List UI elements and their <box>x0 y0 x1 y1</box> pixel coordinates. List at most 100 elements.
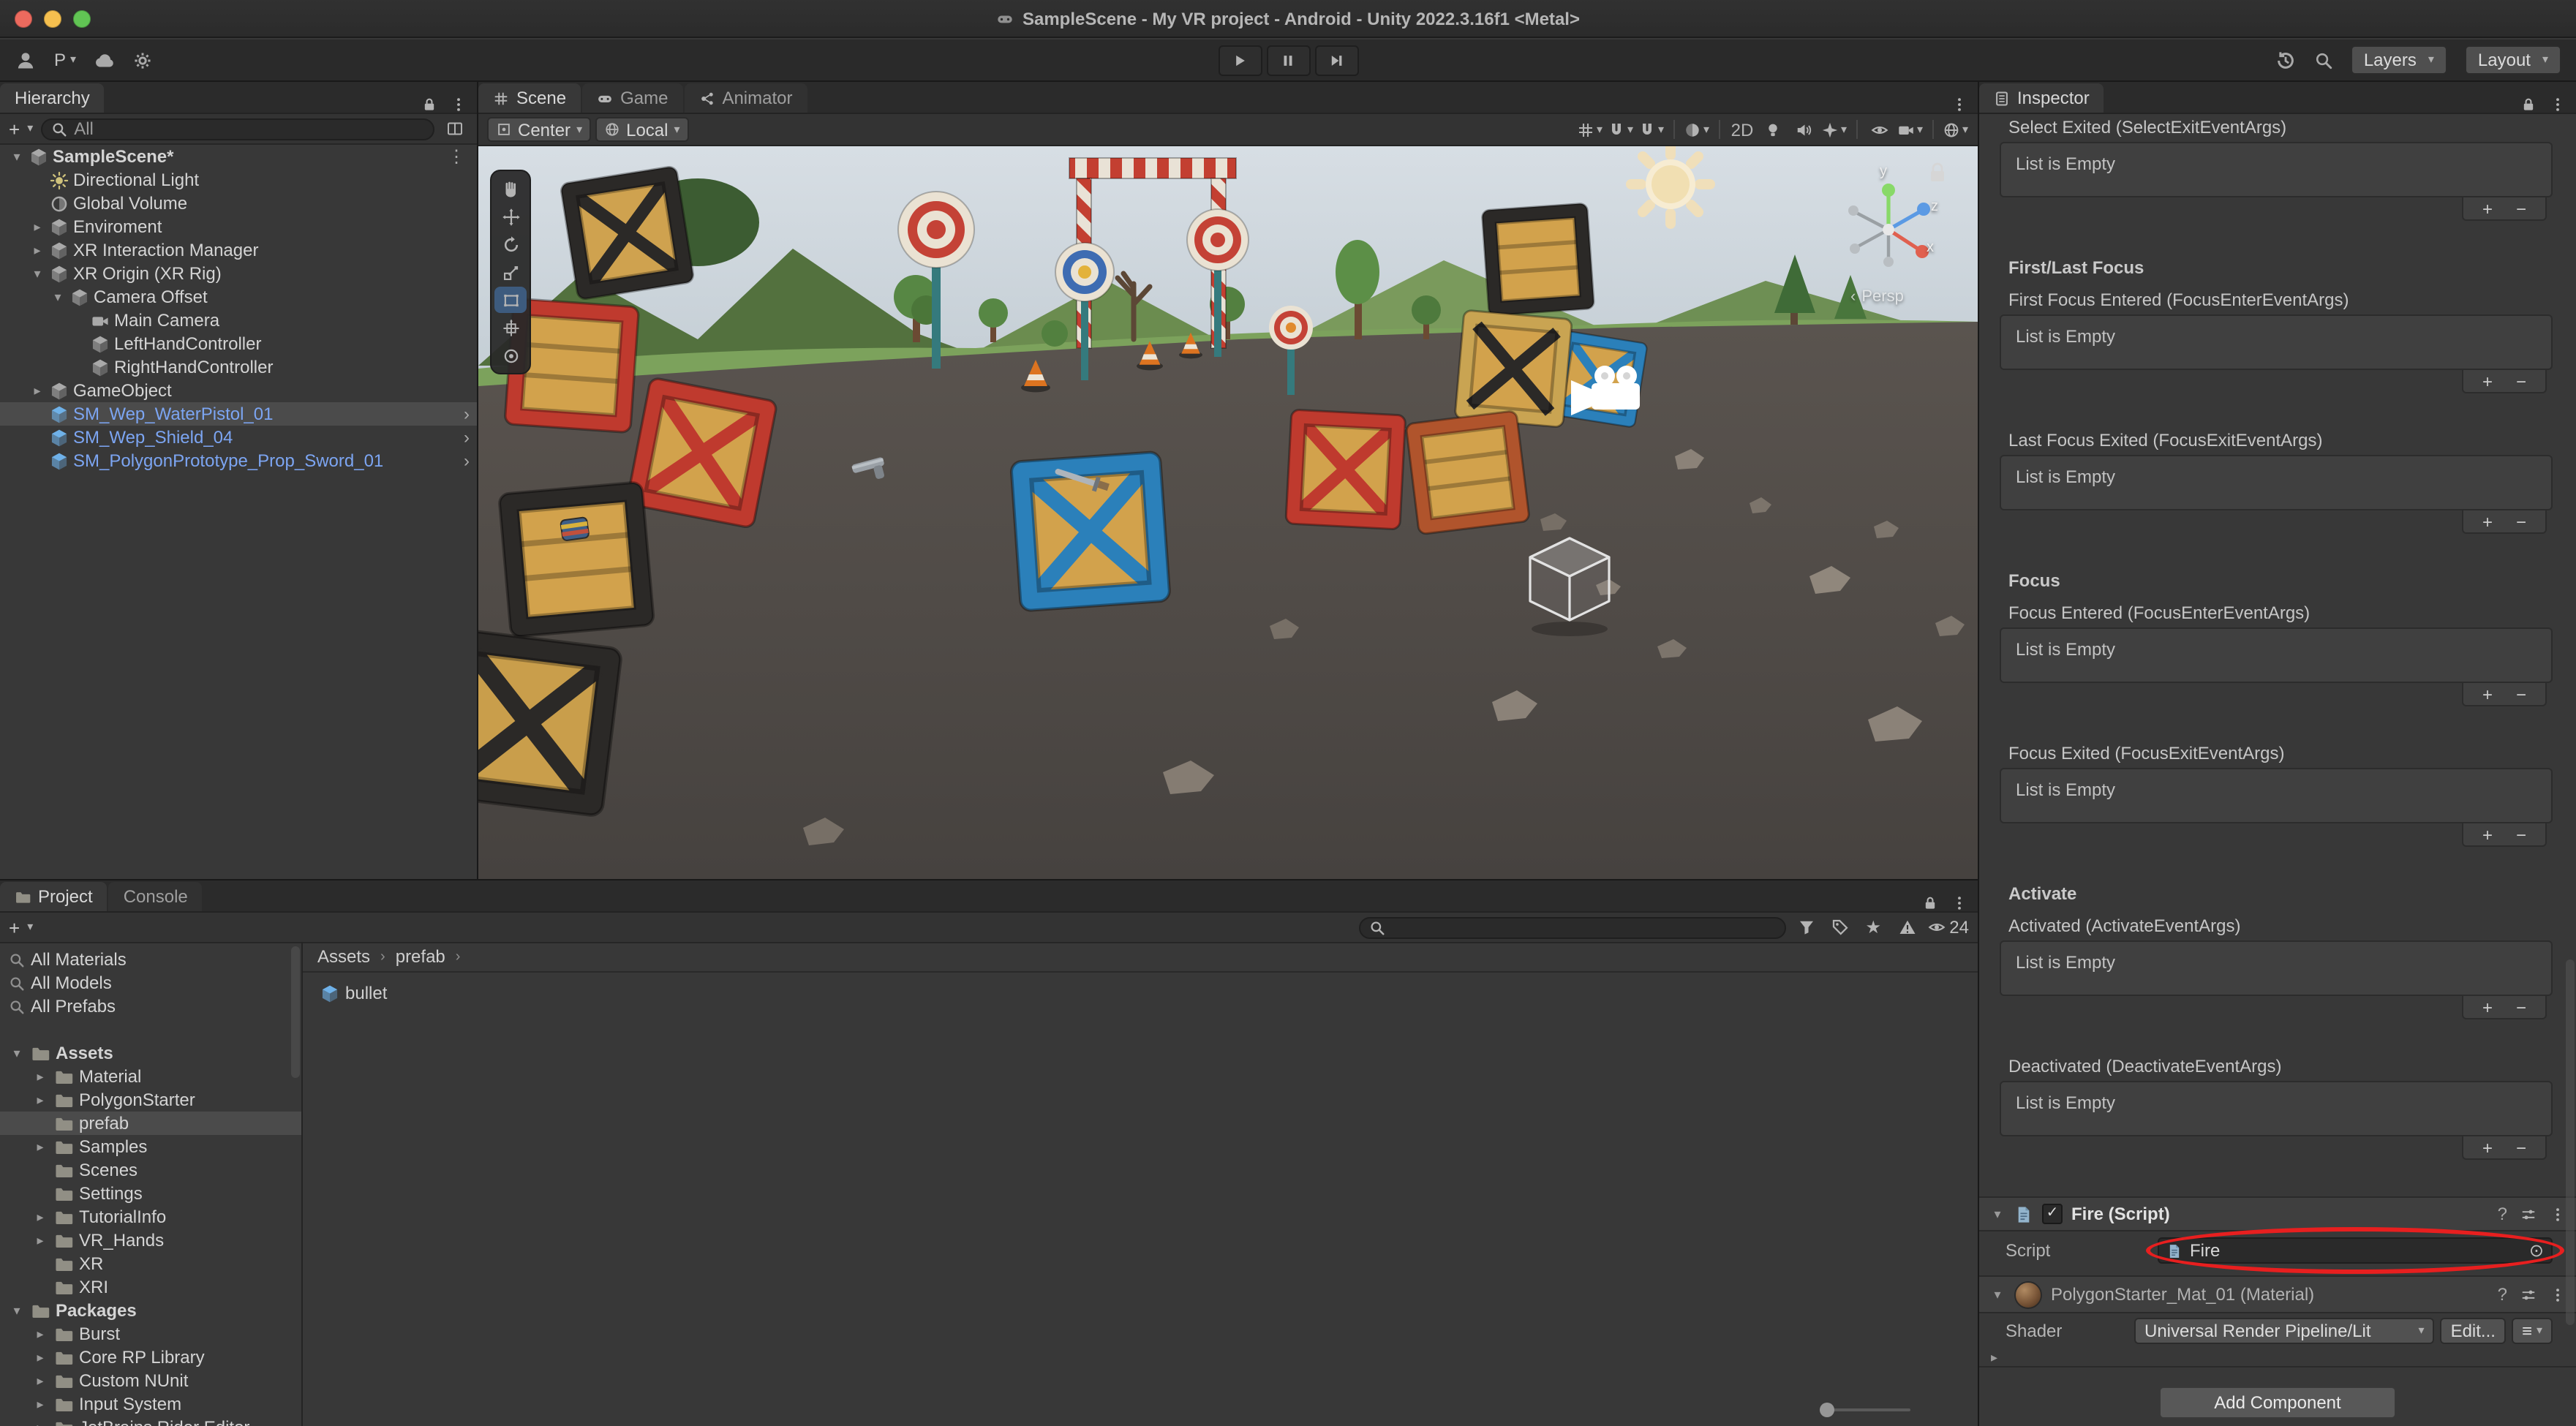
transform-tool-button[interactable] <box>494 314 527 341</box>
search-by-label-button[interactable] <box>1826 914 1853 940</box>
packages-root-row[interactable]: ▾Packages <box>0 1299 301 1322</box>
account-button[interactable] <box>15 49 37 71</box>
audio-toggle[interactable] <box>1790 116 1817 143</box>
package-row[interactable]: ▸Input System <box>0 1392 301 1416</box>
shader-more-button[interactable]: ≡▾ <box>2512 1318 2553 1344</box>
remove-entry-button[interactable]: − <box>2516 513 2526 530</box>
remove-entry-button[interactable]: − <box>2516 685 2526 703</box>
hierarchy-row[interactable]: ▾SampleScene*⋮ <box>0 145 477 168</box>
hierarchy-row[interactable]: Main Camera <box>0 309 477 332</box>
custom-tool-button[interactable] <box>494 342 527 369</box>
add-entry-button[interactable]: + <box>2482 513 2493 530</box>
foldout-collapsed-icon[interactable]: ▸ <box>32 1139 48 1155</box>
fullscreen-window-button[interactable] <box>73 10 91 27</box>
folder-row[interactable]: XR <box>0 1252 301 1275</box>
foldout-collapsed-icon[interactable]: ▸ <box>29 219 45 235</box>
material-component-header[interactable]: ▾ PolygonStarter_Mat_01 (Material) ? <box>1979 1275 2576 1313</box>
help-icon[interactable]: ? <box>2498 1204 2507 1224</box>
material-preview-foldout[interactable]: ▸ <box>1979 1348 2576 1367</box>
create-button[interactable]: + <box>9 119 20 138</box>
remove-entry-button[interactable]: − <box>2516 998 2526 1016</box>
hierarchy-row-selected[interactable]: SM_Wep_WaterPistol_01› <box>0 402 477 426</box>
scene-visibility-toggle[interactable] <box>1867 116 1893 143</box>
hierarchy-row[interactable]: ▸XR Interaction Manager <box>0 238 477 262</box>
inspector-scrollbar[interactable] <box>2566 959 2575 1325</box>
remove-entry-button[interactable]: − <box>2516 826 2526 843</box>
create-asset-button[interactable]: + <box>9 918 20 937</box>
folder-row[interactable]: Scenes <box>0 1158 301 1182</box>
foldout-collapsed-icon[interactable]: ▸ <box>32 1373 48 1389</box>
2d-toggle[interactable]: 2D <box>1729 116 1755 143</box>
prefab-open-chevron[interactable]: › <box>464 452 470 469</box>
rect-tool-button[interactable] <box>494 287 527 313</box>
add-entry-button[interactable]: + <box>2482 1139 2493 1156</box>
warnings-button[interactable] <box>1894 914 1920 940</box>
tab-console[interactable]: Console <box>109 882 203 911</box>
foldout-expanded-icon[interactable]: ▾ <box>9 1302 25 1319</box>
hierarchy-row[interactable]: SM_Wep_Shield_04› <box>0 426 477 449</box>
axis-y-label[interactable]: y <box>1880 164 1887 180</box>
foldout-expanded-icon[interactable]: ▾ <box>1989 1206 2006 1222</box>
rotate-tool-button[interactable] <box>494 231 527 257</box>
add-component-button[interactable]: Add Component <box>2159 1387 2396 1419</box>
package-row[interactable]: ▸Burst <box>0 1322 301 1346</box>
global-search-button[interactable] <box>2314 50 2333 69</box>
presets-icon[interactable] <box>2520 1286 2537 1302</box>
kebab-menu-icon[interactable] <box>451 97 467 113</box>
project-search-input[interactable] <box>1358 916 1785 938</box>
folder-row[interactable]: ▸PolygonStarter <box>0 1088 301 1112</box>
hierarchy-row[interactable]: ▾Camera Offset <box>0 285 477 309</box>
foldout-expanded-icon[interactable]: ▾ <box>9 1045 25 1061</box>
scale-tool-button[interactable] <box>494 259 527 285</box>
step-button[interactable] <box>1314 45 1358 75</box>
foldout-collapsed-icon[interactable]: ▸ <box>32 1396 48 1412</box>
foldout-collapsed-icon[interactable]: ▸ <box>29 382 45 399</box>
minimize-window-button[interactable] <box>44 10 61 27</box>
hierarchy-row[interactable]: Directional Light <box>0 168 477 192</box>
script-object-field[interactable]: Fire ⊙ <box>2158 1237 2553 1264</box>
folder-row[interactable]: ▸VR_Hands <box>0 1229 301 1252</box>
hierarchy-row[interactable]: SM_PolygonPrototype_Prop_Sword_01› <box>0 449 477 472</box>
favorite-item[interactable]: All Prefabs <box>0 995 301 1018</box>
add-entry-button[interactable]: + <box>2482 998 2493 1016</box>
folder-row[interactable]: ▸TutorialInfo <box>0 1205 301 1229</box>
shader-dropdown[interactable]: Universal Render Pipeline/Lit ▾ <box>2134 1318 2435 1344</box>
handle-space-dropdown[interactable]: Local▾ <box>595 117 688 142</box>
move-tool-button[interactable] <box>494 203 527 230</box>
tab-project[interactable]: Project <box>0 882 108 911</box>
gizmos-dropdown[interactable]: ▾ <box>1943 116 1969 143</box>
foldout-expanded-icon[interactable]: ▾ <box>50 289 66 305</box>
scene-picking-icon[interactable] <box>442 116 468 142</box>
tab-inspector[interactable]: Inspector <box>1979 83 2104 113</box>
close-window-button[interactable] <box>15 10 32 27</box>
remove-entry-button[interactable]: − <box>2516 372 2526 390</box>
axis-z-label[interactable]: z <box>1931 199 1938 215</box>
layers-dropdown[interactable]: Layers▾ <box>2351 45 2447 75</box>
draw-mode-dropdown[interactable]: ▾ <box>1684 116 1710 143</box>
folder-row[interactable]: ▸Samples <box>0 1135 301 1158</box>
tab-scene[interactable]: Scene <box>478 83 581 113</box>
folder-row[interactable]: Settings <box>0 1182 301 1205</box>
perspective-toggle[interactable]: ‹ Persp <box>1850 288 1904 306</box>
foldout-collapsed-icon[interactable]: ▸ <box>32 1092 48 1108</box>
hidden-packages-toggle[interactable]: 24 <box>1927 914 1969 940</box>
foldout-expanded-icon[interactable]: ▾ <box>1989 1286 2006 1302</box>
object-picker-icon[interactable]: ⊙ <box>2529 1242 2544 1259</box>
icon-size-slider[interactable] <box>1820 1401 1910 1419</box>
lock-icon[interactable] <box>1922 895 1938 911</box>
axis-x-label[interactable]: x <box>1927 240 1934 256</box>
kebab-menu-icon[interactable] <box>2550 1286 2566 1302</box>
foldout-collapsed-icon[interactable]: ▸ <box>32 1326 48 1342</box>
folder-row[interactable]: XRI <box>0 1275 301 1299</box>
foldout-collapsed-icon[interactable]: ▸ <box>29 242 45 258</box>
hierarchy-row[interactable]: ▸GameObject <box>0 379 477 402</box>
create-caret-icon[interactable]: ▾ <box>27 123 33 135</box>
hierarchy-row[interactable]: ▸Enviroment <box>0 215 477 238</box>
assets-root-row[interactable]: ▾Assets <box>0 1041 301 1065</box>
hierarchy-row[interactable]: RightHandController <box>0 355 477 379</box>
add-entry-button[interactable]: + <box>2482 685 2493 703</box>
scene-viewport[interactable]: y z x ‹ Persp <box>478 146 1978 879</box>
pause-button[interactable] <box>1266 45 1310 75</box>
view-tool-button[interactable] <box>494 176 527 202</box>
lighting-toggle[interactable] <box>1760 116 1786 143</box>
